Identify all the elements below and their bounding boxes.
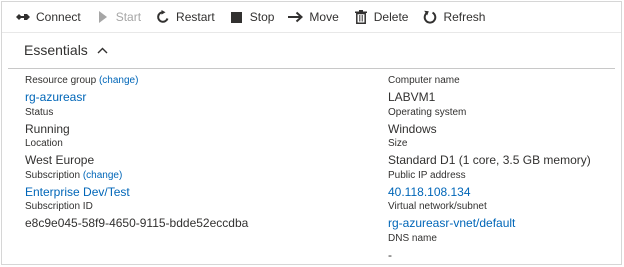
subscription-label: Subscription [25,169,81,181]
connect-icon [15,9,31,25]
move-button[interactable]: Move [288,2,339,32]
size-value: Standard D1 (1 core, 3.5 GB memory) [388,153,591,167]
essentials-toggle[interactable]: Essentials [24,42,109,58]
subscription-id-label: Subscription ID [25,201,93,212]
status-value: Running [25,121,70,136]
stop-button[interactable]: Stop [229,2,275,32]
refresh-icon [422,9,438,25]
subscription-id-field: Subscription ID e8c9e045-58f9-4650-9115-… [25,201,248,233]
status-label: Status [25,106,54,118]
essentials-title: Essentials [24,42,88,58]
restart-label: Restart [176,10,215,24]
computer-name-value: LABVM1 [388,90,436,104]
arrow-right-icon [288,9,304,25]
command-bar: Connect Start Restart Stop Move Delete R… [2,2,621,32]
vnet-label: Virtual network/subnet [388,201,487,212]
move-label: Move [309,10,339,24]
os-value: Windows [388,121,437,136]
trash-icon [353,9,369,25]
dns-field: DNS name - [388,233,591,265]
essentials-divider [8,68,615,69]
public-ip-link[interactable]: 40.118.108.134 [388,184,591,201]
restart-icon [155,9,171,25]
refresh-button[interactable]: Refresh [422,2,485,32]
dns-value: - [388,247,392,262]
start-button[interactable]: Start [95,2,141,32]
public-ip-field: Public IP address 40.118.108.134 [388,170,591,202]
change-resource-group-link[interactable]: (change) [99,75,138,86]
play-icon [95,9,111,25]
computer-name-field: Computer name LABVM1 [388,75,591,107]
delete-button[interactable]: Delete [353,2,409,32]
subscription-field: Subscription (change) Enterprise Dev/Tes… [25,170,248,202]
os-label: Operating system [388,106,467,118]
computer-name-label: Computer name [388,75,460,86]
public-ip-label: Public IP address [388,169,466,181]
connect-label: Connect [36,10,81,24]
chevron-up-icon [97,44,109,56]
subscription-id-value: e8c9e045-58f9-4650-9115-bdde52eccdba [25,216,249,230]
restart-button[interactable]: Restart [155,2,215,32]
stop-label: Stop [249,10,275,24]
start-label: Start [115,10,142,24]
location-value: West Europe [25,153,95,167]
location-field: Location West Europe [25,138,248,170]
resource-group-field: Resource group (change) rg-azureasr [25,75,248,107]
size-label: Size [388,138,408,149]
vnet-field: Virtual network/subnet rg-azureasr-vnet/… [388,201,591,233]
dns-label: DNS name [388,232,437,244]
resource-group-link[interactable]: rg-azureasr [25,89,248,106]
subscription-link[interactable]: Enterprise Dev/Test [25,184,248,201]
vm-overview-panel: Connect Start Restart Stop Move Delete R… [1,1,622,265]
refresh-label: Refresh [443,10,486,24]
os-field: Operating system Windows [388,107,591,139]
stop-icon [229,9,245,25]
toolbar-divider [2,32,621,33]
change-subscription-link[interactable]: (change) [83,170,122,181]
location-label: Location [25,138,63,149]
essentials-left-column: Resource group (change) rg-azureasr Stat… [25,75,248,233]
status-field: Status Running [25,107,248,139]
essentials-right-column: Computer name LABVM1 Operating system Wi… [388,75,591,264]
size-field: Size Standard D1 (1 core, 3.5 GB memory) [388,138,591,170]
resource-group-label: Resource group [25,75,97,86]
connect-button[interactable]: Connect [15,2,81,32]
vnet-link[interactable]: rg-azureasr-vnet/default [388,215,591,232]
delete-label: Delete [373,10,409,24]
